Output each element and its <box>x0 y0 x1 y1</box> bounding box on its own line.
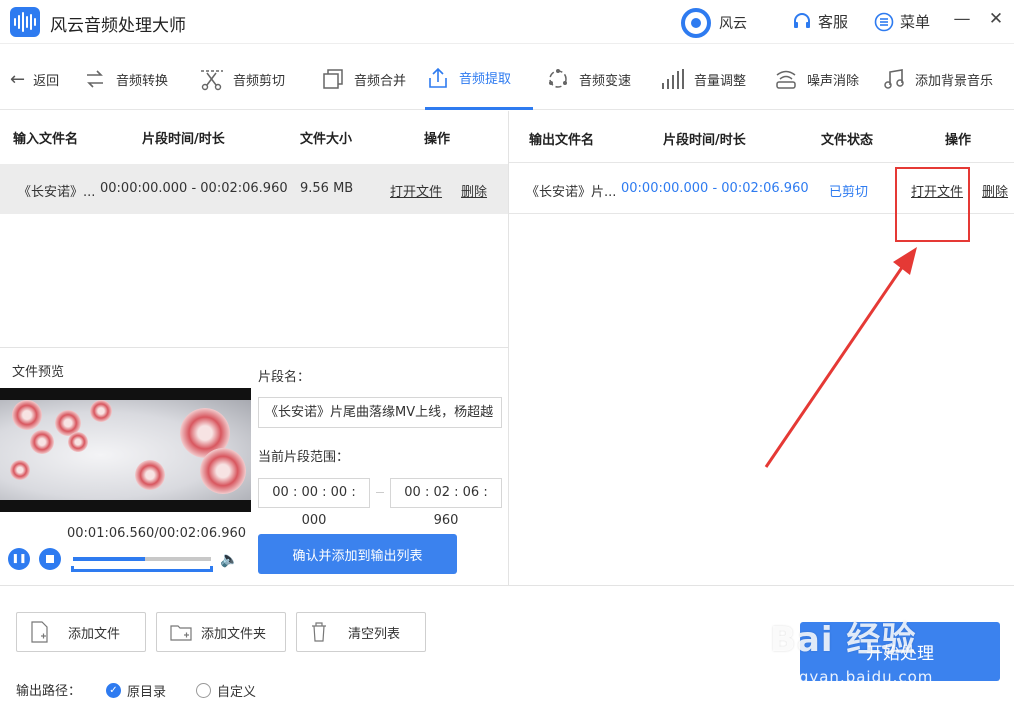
watermark-url: jingyan.baidu.com <box>778 668 934 686</box>
annotation-arrow-icon <box>764 247 917 468</box>
watermark-text: Bai 经验 <box>770 620 917 660</box>
